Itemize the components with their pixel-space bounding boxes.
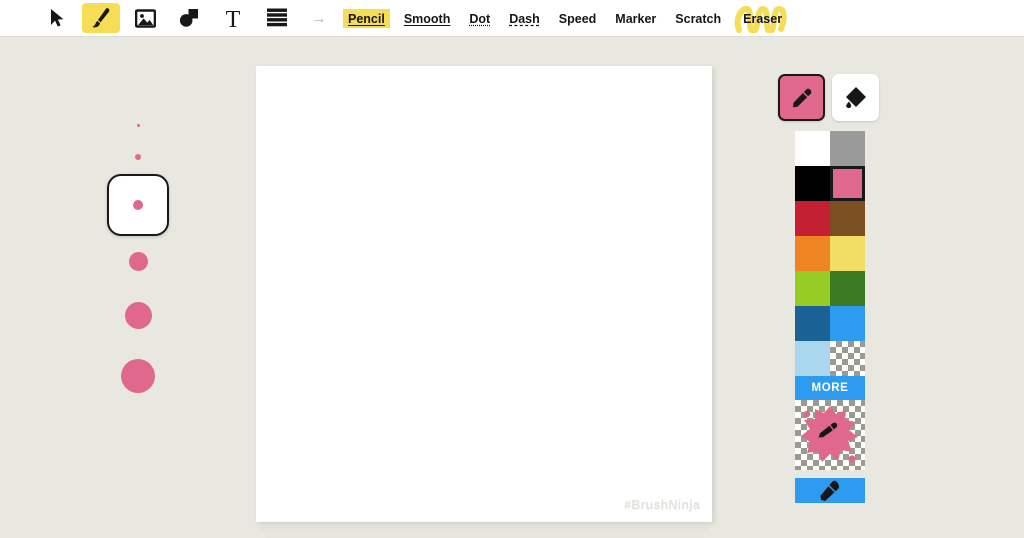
brush-mode-speed[interactable]: Speed: [554, 9, 602, 28]
brush-mode-eraser[interactable]: Eraser: [734, 5, 787, 33]
brush-mode-pencil-label: Pencil: [348, 11, 385, 26]
color-preview-splat[interactable]: [795, 400, 865, 470]
cursor-arrow-icon: [50, 9, 63, 27]
color-swatch-grid: [795, 131, 865, 376]
frames-icon: [267, 8, 287, 26]
shape-tool[interactable]: [170, 3, 208, 33]
brush-mode-smooth[interactable]: Smooth: [399, 9, 456, 28]
top-toolbar: T → Pencil Smooth Dot Dash Speed Marker …: [0, 0, 1024, 37]
color-panel: MORE: [778, 74, 882, 503]
brush-mode-dot-label: Dot: [469, 11, 491, 26]
canvas-stack-page-2: [266, 533, 704, 538]
swatch-lime[interactable]: [795, 271, 830, 306]
brush-size-dot: [124, 301, 152, 329]
frames-tool[interactable]: [258, 3, 296, 33]
paint-mode-row: [778, 74, 882, 121]
brush-size-dot: [133, 200, 143, 210]
watermark-label: #BrushNinja: [624, 498, 700, 512]
select-tool[interactable]: [38, 3, 76, 33]
text-tool[interactable]: T: [214, 3, 252, 33]
brush-mode-scratch-label: Scratch: [675, 11, 722, 26]
image-icon: [134, 8, 156, 28]
swatch-orange[interactable]: [795, 236, 830, 271]
brush-mode-eraser-label: Eraser: [743, 11, 783, 26]
image-tool[interactable]: [126, 3, 164, 33]
brush-mode-scratch[interactable]: Scratch: [670, 9, 726, 28]
swatch-pink[interactable]: [830, 166, 865, 201]
swatch-green[interactable]: [830, 271, 865, 306]
swatch-gray[interactable]: [830, 131, 865, 166]
eyedropper-button[interactable]: [795, 478, 865, 503]
arrow-right-icon: →: [311, 9, 327, 27]
pencil-icon: [792, 88, 811, 107]
paintbrush-icon: [92, 8, 110, 28]
swatch-light-blue[interactable]: [795, 341, 830, 376]
text-icon: T: [226, 8, 241, 29]
drawing-canvas[interactable]: #BrushNinja: [256, 66, 712, 522]
swatch-dark-blue[interactable]: [795, 306, 830, 341]
brush-mode-marker-label: Marker: [615, 11, 657, 26]
brush-size-option-3[interactable]: [107, 174, 169, 236]
swatch-brown[interactable]: [830, 201, 865, 236]
brush-size-dot: [136, 123, 140, 127]
swatch-yellow[interactable]: [830, 236, 865, 271]
brush-size-option-6[interactable]: [107, 344, 169, 408]
more-colors-label: MORE: [811, 382, 849, 394]
svg-text:T: T: [226, 8, 241, 29]
swatch-transparent[interactable]: [830, 341, 865, 376]
brush-size-option-1[interactable]: [107, 110, 169, 140]
canvas-stack-page-1: [260, 527, 710, 532]
paint-bucket-icon: [846, 87, 866, 109]
fill-mode-button[interactable]: [832, 74, 879, 121]
swatch-black[interactable]: [795, 166, 830, 201]
swatch-white[interactable]: [795, 131, 830, 166]
brush-mode-pencil[interactable]: Pencil: [343, 8, 390, 28]
brush-size-dot: [135, 154, 141, 160]
brush-size-option-5[interactable]: [107, 286, 169, 344]
brush-size-panel: [106, 110, 170, 408]
brush-mode-dash-label: Dash: [509, 11, 540, 26]
swatch-blue[interactable]: [830, 306, 865, 341]
brush-mode-speed-label: Speed: [558, 11, 597, 26]
brush-tool[interactable]: [82, 3, 120, 33]
swatch-red[interactable]: [795, 201, 830, 236]
brush-size-option-4[interactable]: [107, 236, 169, 286]
more-colors-button[interactable]: MORE: [795, 376, 865, 400]
splat-shape-icon: [801, 406, 858, 463]
pencil-mode-button[interactable]: [778, 74, 825, 121]
brush-mode-smooth-label: Smooth: [403, 11, 451, 26]
canvas-area: #BrushNinja: [256, 66, 712, 538]
eyedropper-icon: [820, 480, 840, 501]
brush-size-dot: [121, 359, 155, 393]
brush-size-dot: [128, 251, 148, 271]
brush-mode-dash[interactable]: Dash: [504, 9, 545, 28]
brush-mode-marker[interactable]: Marker: [610, 9, 661, 28]
brush-size-option-2[interactable]: [107, 140, 169, 174]
shapes-icon: [179, 9, 198, 27]
brush-mode-dot[interactable]: Dot: [464, 9, 495, 28]
